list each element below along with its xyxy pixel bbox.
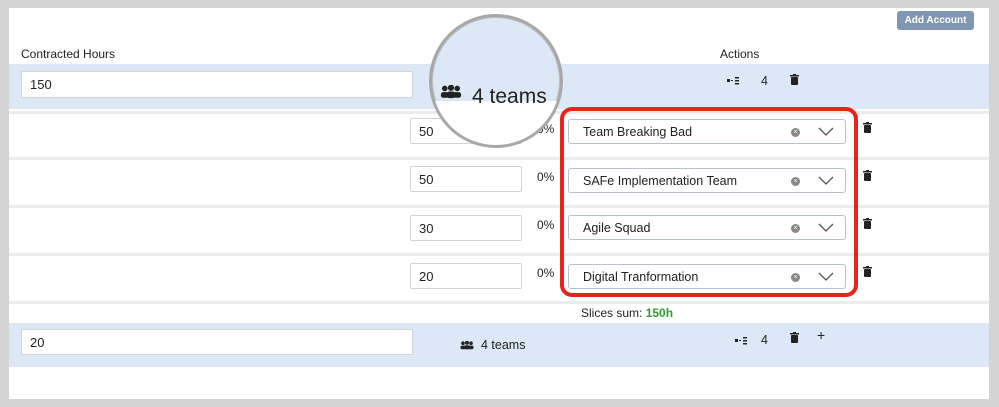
add-slice-button[interactable]: + — [817, 327, 825, 343]
split-icon[interactable] — [735, 332, 747, 345]
slice-hours-input[interactable] — [410, 215, 522, 241]
magnifier-lens: 4 teams — [429, 14, 563, 148]
row-divider — [9, 301, 989, 304]
split-icon[interactable] — [727, 72, 739, 85]
slices-sum-label: Slices sum: — [581, 306, 643, 320]
slices-sum: Slices sum: 150h — [581, 306, 673, 320]
slice-hours-input[interactable] — [410, 166, 522, 192]
actions-header: Actions — [720, 47, 760, 61]
trash-icon[interactable] — [790, 72, 799, 85]
slice-percent: 0% — [537, 218, 555, 232]
slices-sum-value: 150h — [645, 306, 674, 320]
contracted-hours-input-1[interactable] — [21, 71, 413, 98]
slice-percent: 0% — [537, 266, 555, 280]
teams-icon — [440, 84, 462, 104]
highlight-annotation — [560, 107, 858, 297]
trash-icon[interactable] — [863, 264, 872, 277]
contracted-hours-header: Contracted Hours — [21, 47, 116, 61]
add-account-button[interactable]: Add Account — [897, 11, 974, 30]
action-count-1: 4 — [761, 74, 768, 88]
trash-icon[interactable] — [863, 168, 872, 181]
contracted-hours-input-2[interactable] — [21, 329, 413, 355]
teams-count-label: 4 teams — [472, 85, 547, 108]
slice-percent: 0% — [537, 170, 555, 184]
trash-icon[interactable] — [790, 330, 799, 343]
trash-icon[interactable] — [863, 216, 872, 229]
teams-icon — [460, 337, 474, 355]
action-count-2: 4 — [761, 333, 768, 347]
trash-icon[interactable] — [863, 120, 872, 133]
slice-hours-input[interactable] — [410, 263, 522, 289]
teams-count-label: 4 teams — [481, 338, 526, 352]
accounts-panel: Add Account Contracted Hours Actions 4 0… — [9, 8, 989, 399]
